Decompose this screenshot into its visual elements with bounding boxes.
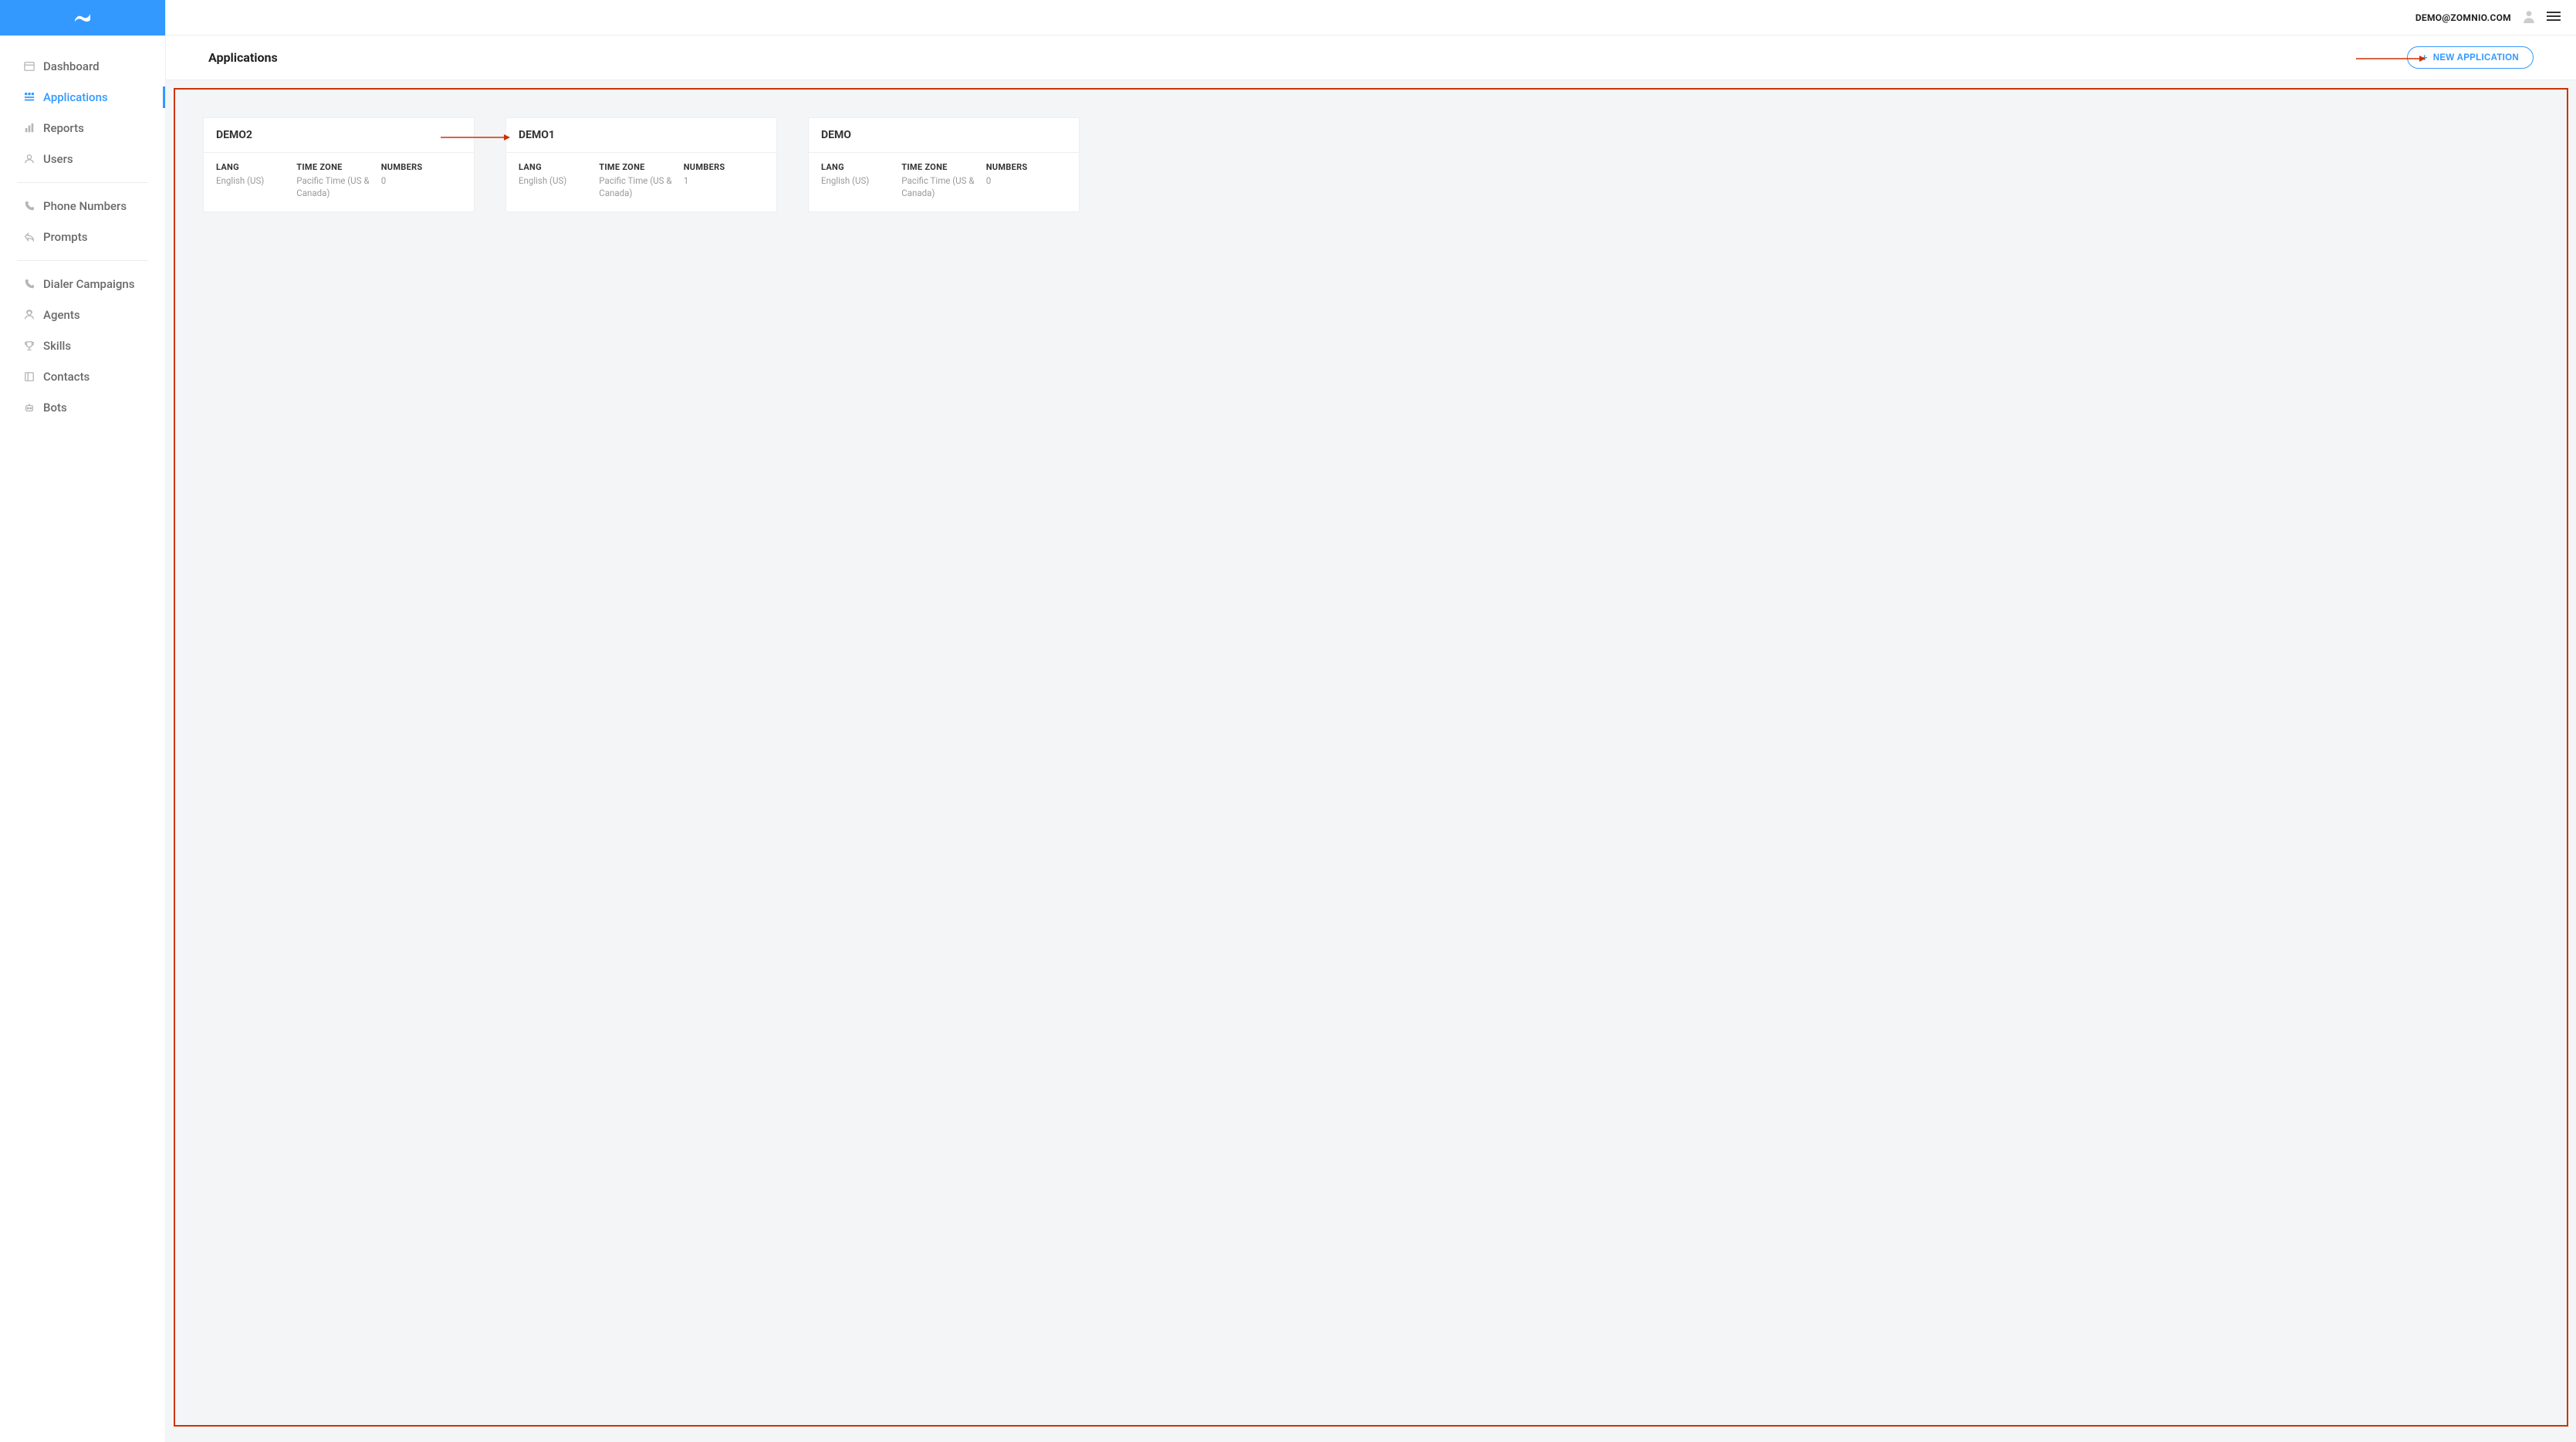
card-numbers-value: 0	[986, 175, 1067, 188]
prompts-icon	[23, 231, 35, 243]
card-title: DEMO	[809, 118, 1079, 153]
card-numbers-label: NUMBERS	[986, 162, 1067, 172]
sidebar-item-agents[interactable]: Agents	[0, 300, 165, 330]
card-numbers-value: 1	[684, 175, 764, 188]
user-email[interactable]: DEMO@ZOMNIO.COM	[2415, 12, 2511, 23]
card-title: DEMO1	[506, 118, 776, 153]
sidebar-item-label: Bots	[43, 401, 67, 415]
card-title: DEMO2	[204, 118, 474, 153]
card-timezone-label: TIME ZONE	[901, 162, 985, 172]
sidebar-item-label: Skills	[43, 339, 71, 353]
sidebar-item-label: Applications	[43, 90, 108, 104]
sidebar-item-label: Dialer Campaigns	[43, 277, 134, 291]
annotation-box	[174, 88, 2568, 1427]
trophy-icon	[23, 340, 35, 352]
nav-divider	[17, 260, 148, 261]
sidebar-item-phone-numbers[interactable]: Phone Numbers	[0, 191, 165, 222]
card-lang-label: LANG	[216, 162, 296, 172]
dashboard-icon	[23, 60, 35, 73]
application-card[interactable]: DEMO1 LANG English (US) TIME ZONE Pacifi…	[505, 117, 777, 212]
new-application-button[interactable]: + NEW APPLICATION	[2407, 46, 2534, 69]
brand-logo-icon	[74, 11, 91, 25]
reports-icon	[23, 122, 35, 134]
sidebar-item-bots[interactable]: Bots	[0, 392, 165, 423]
sidebar-item-label: Dashboard	[43, 59, 100, 73]
phone-icon	[23, 200, 35, 212]
hamburger-menu-icon[interactable]	[2547, 10, 2561, 25]
annotation-arrow	[2356, 51, 2426, 66]
card-timezone-value: Pacific Time (US & Canada)	[296, 175, 380, 199]
application-cards: DEMO2 LANG English (US) TIME ZONE Pacifi…	[203, 117, 2539, 212]
card-numbers-value: 0	[381, 175, 461, 188]
card-body: LANG English (US) TIME ZONE Pacific Time…	[204, 153, 474, 212]
card-numbers-label: NUMBERS	[684, 162, 764, 172]
card-lang-value: English (US)	[821, 175, 901, 188]
sidebar-item-applications[interactable]: Applications	[0, 82, 165, 113]
sidebar-item-skills[interactable]: Skills	[0, 330, 165, 361]
card-lang-label: LANG	[519, 162, 599, 172]
sidebar-item-label: Prompts	[43, 230, 87, 244]
card-timezone-value: Pacific Time (US & Canada)	[901, 175, 985, 199]
card-timezone-label: TIME ZONE	[599, 162, 683, 172]
sidebar-item-label: Agents	[43, 308, 80, 322]
card-lang-label: LANG	[821, 162, 901, 172]
sidebar-item-dialer-campaigns[interactable]: Dialer Campaigns	[0, 269, 165, 300]
nav-divider	[17, 182, 148, 183]
phone-icon	[23, 278, 35, 290]
avatar-icon[interactable]	[2522, 9, 2536, 26]
sidebar-nav: Dashboard Applications Reports Users	[0, 36, 165, 423]
main: DEMO@ZOMNIO.COM Applications + NEW APPLI…	[166, 0, 2576, 1442]
card-timezone-value: Pacific Time (US & Canada)	[599, 175, 683, 199]
new-application-label: NEW APPLICATION	[2433, 53, 2519, 63]
application-card[interactable]: DEMO2 LANG English (US) TIME ZONE Pacifi…	[203, 117, 475, 212]
sidebar-item-users[interactable]: Users	[0, 144, 165, 174]
users-icon	[23, 153, 35, 165]
sidebar-item-label: Users	[43, 152, 73, 166]
sidebar-item-label: Contacts	[43, 370, 90, 384]
sidebar: Dashboard Applications Reports Users	[0, 0, 166, 1442]
page-header: Applications + NEW APPLICATION	[166, 36, 2576, 80]
sidebar-item-contacts[interactable]: Contacts	[0, 361, 165, 392]
application-card[interactable]: DEMO LANG English (US) TIME ZONE Pacific…	[808, 117, 1080, 212]
card-numbers-label: NUMBERS	[381, 162, 461, 172]
sidebar-item-prompts[interactable]: Prompts	[0, 222, 165, 252]
contacts-icon	[23, 371, 35, 383]
card-body: LANG English (US) TIME ZONE Pacific Time…	[506, 153, 776, 212]
page-title: Applications	[208, 50, 278, 65]
agents-icon	[23, 309, 35, 321]
applications-icon	[23, 91, 35, 103]
bots-icon	[23, 401, 35, 414]
card-timezone-label: TIME ZONE	[296, 162, 380, 172]
sidebar-item-label: Phone Numbers	[43, 199, 127, 213]
sidebar-item-dashboard[interactable]: Dashboard	[0, 51, 165, 82]
logo-bar[interactable]	[0, 0, 165, 36]
sidebar-item-label: Reports	[43, 121, 84, 135]
sidebar-item-reports[interactable]: Reports	[0, 113, 165, 144]
topbar: DEMO@ZOMNIO.COM	[166, 0, 2576, 36]
card-lang-value: English (US)	[216, 175, 296, 188]
card-body: LANG English (US) TIME ZONE Pacific Time…	[809, 153, 1079, 212]
content-area: DEMO2 LANG English (US) TIME ZONE Pacifi…	[166, 80, 2576, 1442]
annotation-arrow	[441, 130, 510, 144]
card-lang-value: English (US)	[519, 175, 599, 188]
